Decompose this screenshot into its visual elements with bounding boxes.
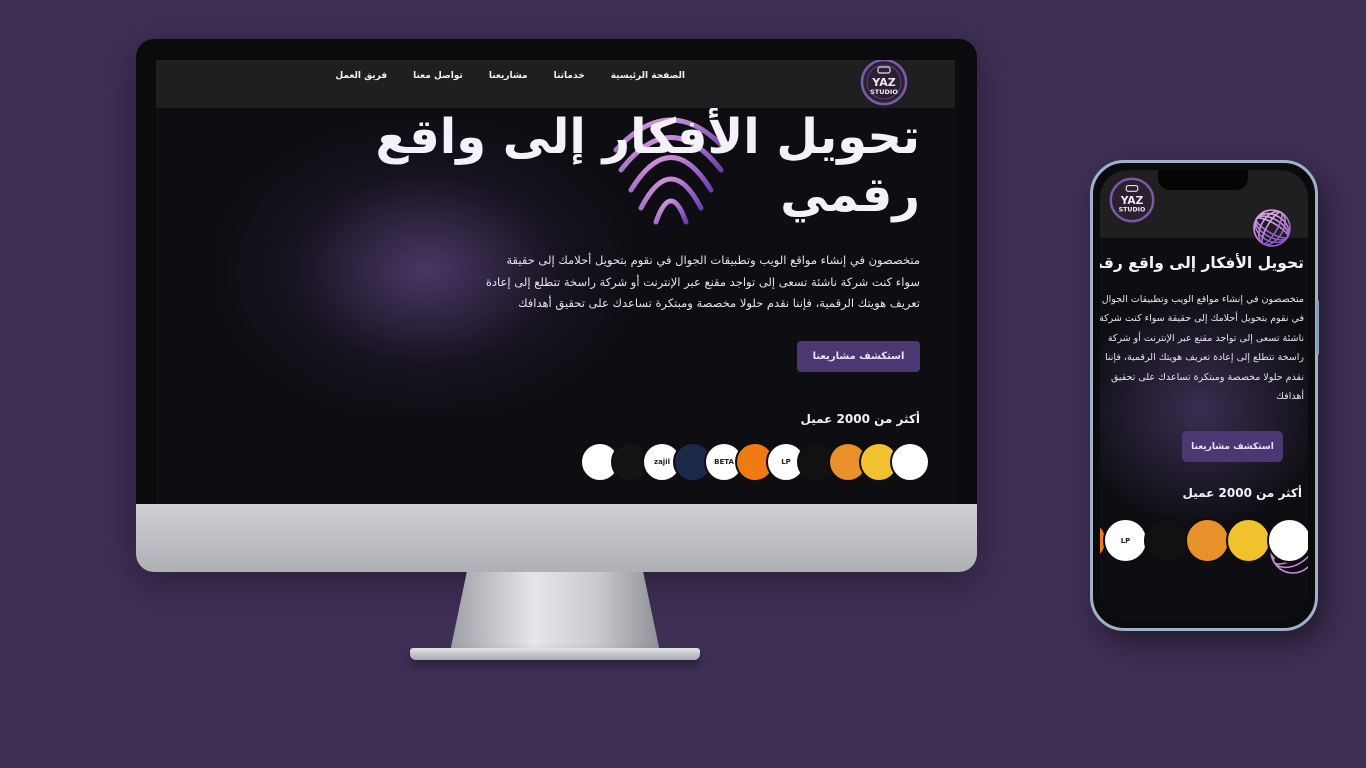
client-logo-teal-text (890, 442, 930, 482)
desktop-monitor-mockup: الصفحة الرئيسية خدماتنا مشاريعنا تواصل م… (136, 39, 977, 572)
nav-item-team[interactable]: فريق العمل (335, 71, 387, 81)
monitor-stand-base (410, 648, 700, 660)
phone-client-logos-row: LP (1100, 518, 1308, 563)
hero-title-line1: تحويل الأفكار إلى واقع (375, 109, 920, 165)
phone-text-line: في نقوم بتحويل أحلامك إلى حقيقة سواء كنت… (1100, 313, 1304, 325)
nav-item-home[interactable]: الصفحة الرئيسية (611, 71, 685, 81)
logo-text-studio: STUDIO (870, 88, 898, 96)
phone-text-line: أهدافك (1276, 391, 1304, 403)
phone-client-logo-woman-portrait-yellow (1226, 518, 1271, 563)
desktop-screen: الصفحة الرئيسية خدماتنا مشاريعنا تواصل م… (156, 60, 955, 504)
phone-mockup: YAZ STUDIO تحويل الأفكار إلى واقع رقمي م… (1090, 160, 1318, 631)
phone-text-line: ناشئة تسعى إلى تواجد مقنع عبر الإنترنت أ… (1107, 332, 1304, 344)
phone-clients-count-label: أكثر من 2000 عميل (1182, 486, 1302, 500)
phone-notch (1158, 170, 1248, 190)
phone-hero-title: تحويل الأفكار إلى واقع رقمي (1100, 254, 1304, 272)
phone-client-logo-red-trident (1144, 518, 1189, 563)
phone-text-line: راسخة تتطلع إلى إعادة تعريف هويتك الرقمي… (1105, 352, 1304, 364)
nav-item-contact[interactable]: تواصل معنا (413, 71, 463, 81)
explore-projects-button[interactable]: استكشف مشاريعنا (797, 341, 920, 372)
phone-client-logo-portrait-orange (1185, 518, 1230, 563)
phone-swirl-icon (1253, 209, 1291, 247)
hero-title-line2: رقمي (780, 167, 920, 223)
phone-screen: YAZ STUDIO تحويل الأفكار إلى واقع رقمي م… (1100, 170, 1308, 621)
hero-title: تحويل الأفكار إلى واقع رقمي (300, 108, 920, 224)
phone-yaz-studio-logo[interactable]: YAZ STUDIO (1106, 176, 1158, 224)
phone-hero-description: متخصصون في إنشاء مواقع الويب وتطبيقات ال… (1100, 290, 1304, 406)
phone-logo-text-studio: STUDIO (1119, 207, 1146, 214)
phone-text-line: متخصصون في إنشاء مواقع الويب وتطبيقات ال… (1101, 294, 1304, 305)
phone-client-logo-learn-plus: LP (1103, 518, 1148, 563)
top-navigation-bar: الصفحة الرئيسية خدماتنا مشاريعنا تواصل م… (156, 60, 955, 108)
monitor-chin (136, 504, 977, 572)
phone-logo-text-yaz: YAZ (1120, 195, 1144, 207)
phone-side-button (1316, 300, 1319, 355)
nav-item-projects[interactable]: مشاريعنا (489, 71, 528, 81)
hero-description: متخصصون في إنشاء مواقع الويب وتطبيقات ال… (485, 253, 920, 310)
nav-links: الصفحة الرئيسية خدماتنا مشاريعنا تواصل م… (335, 60, 685, 92)
client-logos-row: LP BETA zajil (580, 442, 930, 482)
nav-item-services[interactable]: خدماتنا (554, 71, 585, 81)
phone-client-logo-teal-text (1267, 518, 1308, 563)
phone-explore-projects-button[interactable]: استكشف مشاريعنا (1182, 431, 1283, 462)
yaz-studio-logo[interactable]: YAZ STUDIO (857, 60, 911, 106)
monitor-stand-neck (450, 572, 660, 652)
phone-text-line: نقدم حلولا مخصصة ومبتكرة تساعدك على تحقي… (1110, 371, 1304, 383)
clients-count-label: أكثر من 2000 عميل (800, 412, 920, 426)
